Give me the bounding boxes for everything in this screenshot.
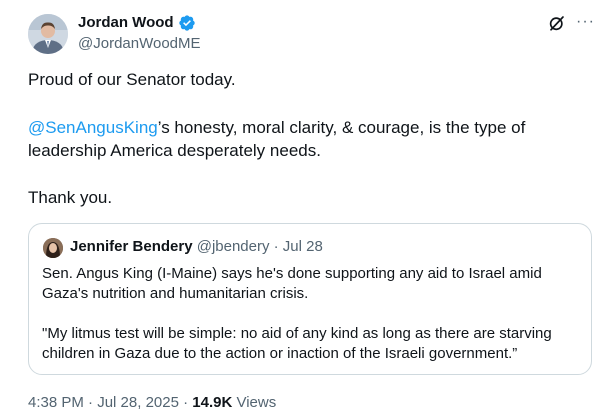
views-count[interactable]: 14.9K <box>192 394 232 411</box>
grok-icon[interactable] <box>548 14 566 32</box>
more-icon[interactable]: ··· <box>576 12 595 32</box>
tweet-footer: 4:38 PM · Jul 28, 2025 · 14.9K Views <box>28 393 276 413</box>
quote-author-avatar[interactable] <box>43 238 63 258</box>
quote-tweet-card[interactable]: Jennifer Bendery @jbendery · Jul 28 Sen.… <box>28 223 592 375</box>
views-label: Views <box>232 394 277 411</box>
footer-separator: · <box>83 394 98 411</box>
quote-author-name[interactable]: Jennifer Bendery <box>70 238 193 255</box>
tweet-date[interactable]: Jul 28, 2025 <box>97 394 179 411</box>
quote-author-meta: @jbendery · Jul 28 <box>192 238 323 255</box>
author-handle[interactable]: @JordanWoodME <box>78 34 201 54</box>
avatar-image <box>28 14 68 54</box>
tweet-line-3: Thank you. <box>28 188 113 207</box>
tweet-line-1: Proud of our Senator today. <box>28 70 236 89</box>
tweet-time[interactable]: 4:38 PM <box>28 394 84 411</box>
author-name[interactable]: Jordan Wood <box>78 13 196 33</box>
author-avatar[interactable] <box>28 14 68 54</box>
verified-badge-icon <box>178 15 195 31</box>
quote-paragraph-1: Sen. Angus King (I-Maine) says he's done… <box>42 265 542 302</box>
quote-avatar-image <box>43 238 63 258</box>
quote-paragraph-2: "My litmus test will be simple: no aid o… <box>42 325 552 362</box>
author-name-text: Jordan Wood <box>78 14 174 31</box>
mention-link[interactable]: @SenAngusKing <box>28 118 158 137</box>
footer-separator-2: · <box>178 394 193 411</box>
quote-header: Jennifer Bendery @jbendery · Jul 28 <box>70 237 323 257</box>
tweet-line-2: @SenAngusKing’s honesty, moral clarity, … <box>28 116 588 162</box>
quote-text: Sen. Angus King (I-Maine) says he's done… <box>42 264 582 384</box>
